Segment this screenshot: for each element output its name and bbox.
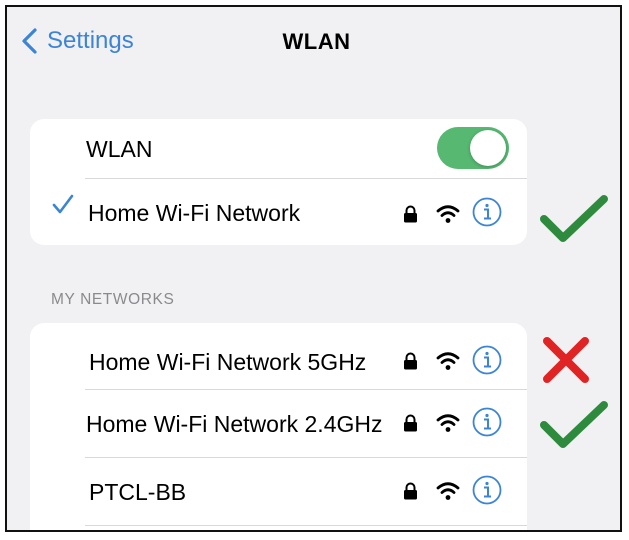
wifi-signal-icon — [436, 414, 460, 432]
wlan-toggle-switch[interactable] — [437, 127, 509, 169]
connected-network-name: Home Wi-Fi Network — [88, 200, 301, 226]
screenshot-frame: Settings WLAN WLAN Home Wi-Fi Network MY… — [5, 5, 622, 532]
info-icon[interactable] — [472, 475, 502, 505]
green-check-mark — [540, 195, 608, 242]
wlan-toggle-label: WLAN — [86, 136, 153, 162]
red-cross-mark — [543, 337, 589, 383]
info-icon[interactable] — [472, 407, 502, 437]
lock-icon — [404, 414, 417, 432]
wifi-signal-icon — [436, 352, 460, 370]
wlan-toggle-row: WLAN — [30, 119, 527, 179]
network-name: Home Wi-Fi Network 5GHz — [89, 349, 367, 375]
network-name: Home Wi-Fi Network 2.4GHz — [86, 411, 383, 437]
checkmark-icon — [52, 194, 74, 214]
wifi-signal-icon — [436, 482, 460, 500]
section-header-my-networks: MY NETWORKS — [51, 291, 175, 308]
lock-icon — [404, 482, 417, 500]
info-icon[interactable] — [472, 345, 502, 375]
network-name: PTCL-BB — [89, 479, 187, 505]
navigation-bar: Settings WLAN — [7, 7, 620, 87]
network-row[interactable]: Home Wi-Fi Network 2.4GHz — [30, 390, 527, 456]
wifi-signal-icon — [436, 205, 460, 223]
connected-network-row[interactable]: Home Wi-Fi Network — [30, 179, 527, 245]
divider — [85, 525, 527, 526]
page-title: WLAN — [282, 29, 351, 54]
toggle-knob — [470, 130, 506, 166]
network-row[interactable]: Home Wi-Fi Network 5GHz — [30, 323, 527, 389]
wlan-card: WLAN Home Wi-Fi Network — [30, 119, 527, 245]
info-icon[interactable] — [472, 197, 502, 227]
network-row[interactable]: PTCL-BB — [30, 458, 527, 524]
my-networks-card: Home Wi-Fi Network 5GHz Home Wi-Fi Netwo… — [30, 323, 527, 530]
lock-icon — [404, 352, 417, 370]
lock-icon — [404, 205, 417, 223]
green-check-mark — [540, 401, 608, 448]
